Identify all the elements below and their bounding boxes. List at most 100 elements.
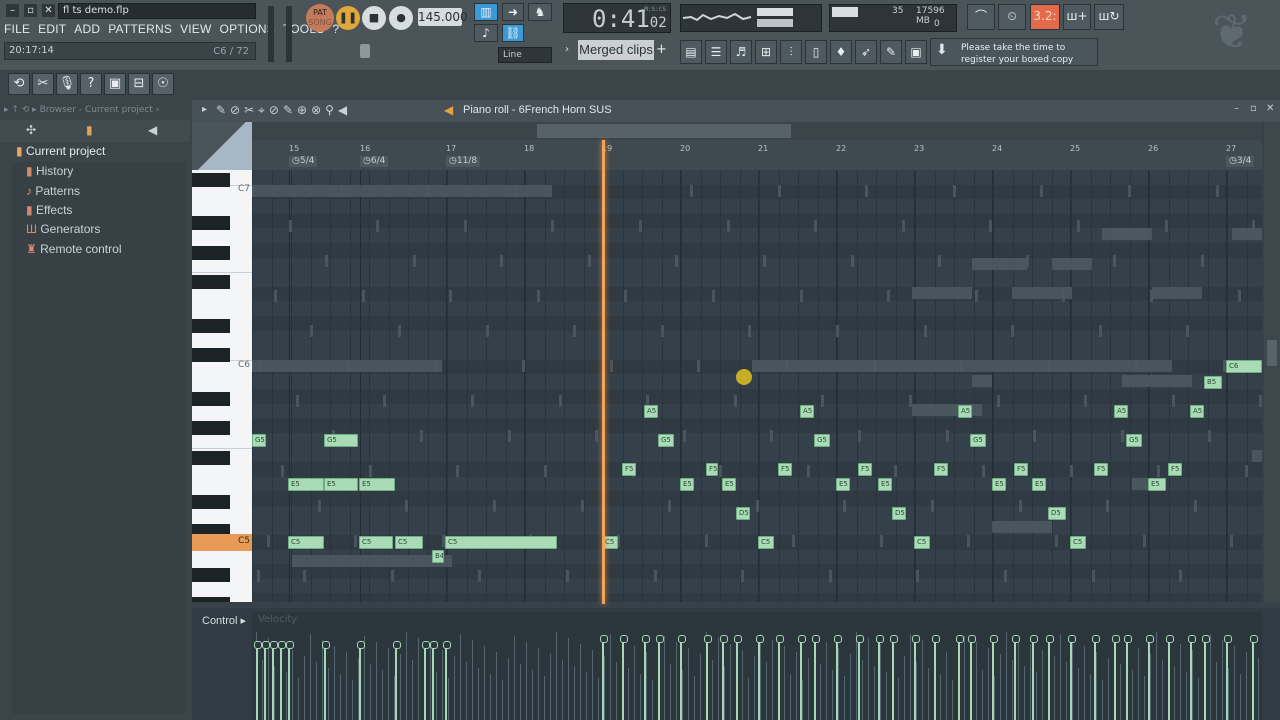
note-block[interactable]: E5 (359, 478, 395, 491)
black-key[interactable] (192, 597, 230, 602)
note-block[interactable]: E5 (1032, 478, 1046, 491)
note-block[interactable]: D5 (736, 507, 750, 520)
velocity-bar[interactable] (422, 641, 430, 720)
note-block[interactable]: E5 (288, 478, 324, 491)
velocity-bar[interactable] (1224, 635, 1232, 720)
piano-roll-maximize-icon[interactable]: ▫ (1250, 103, 1257, 114)
velocity-bar[interactable] (322, 641, 330, 720)
note-grid[interactable]: G5 G5 E5 E5 E5 C5 C5 C5 B4 C5 C5 A5 G5 F5 E5 F5 E5 D5 C5 A5… (252, 170, 1262, 602)
scroll-thumb[interactable] (537, 124, 791, 138)
timesig-marker[interactable]: ◷5/4 (289, 156, 318, 167)
velocity-bar[interactable] (812, 635, 820, 720)
note-block[interactable]: G5 (814, 434, 830, 447)
note-block[interactable]: D5 (892, 507, 906, 520)
velocity-bar[interactable] (798, 635, 806, 720)
render-icon[interactable]: ⊟ (128, 73, 150, 95)
timesig-marker[interactable]: ◷3/4 (1226, 156, 1255, 167)
refresh-midi-icon[interactable]: ш↻ (1094, 4, 1124, 30)
cut-tools-icon[interactable]: ✂ (32, 73, 54, 95)
velocity-bar[interactable] (1166, 635, 1174, 720)
velocity-bar[interactable] (262, 641, 270, 720)
velocity-bar[interactable] (1046, 635, 1054, 720)
velocity-bar[interactable] (1112, 635, 1120, 720)
note-block[interactable]: C5 (359, 536, 393, 549)
tempo-display[interactable]: 145.000 (418, 8, 468, 26)
black-key[interactable] (192, 451, 230, 465)
velocity-bar[interactable] (270, 641, 278, 720)
help-icon[interactable]: ? (80, 73, 102, 95)
note-block[interactable]: A5 (1190, 405, 1204, 418)
note-block[interactable]: D5 (1048, 507, 1066, 520)
playlist-add-button[interactable]: + (656, 42, 670, 58)
piano-roll-menu-icon[interactable]: ▸ (202, 104, 207, 115)
note-block[interactable]: A5 (958, 405, 972, 418)
note-block[interactable]: C5 (288, 536, 324, 549)
velocity-bar[interactable] (1092, 635, 1100, 720)
menu-add[interactable]: ADD (74, 22, 100, 38)
black-key[interactable] (192, 495, 230, 509)
velocity-bar[interactable] (776, 635, 784, 720)
browser-item-generators[interactable]: Ш Generators (26, 222, 100, 240)
note-block[interactable]: F5 (1094, 463, 1108, 476)
velocity-bar[interactable] (254, 641, 262, 720)
mixer-icon[interactable]: ⫶ (780, 40, 802, 64)
piano-roll-icon[interactable]: ♬ (730, 40, 752, 64)
velocity-bar[interactable] (704, 635, 712, 720)
note-block[interactable]: F5 (778, 463, 792, 476)
velocity-bar[interactable] (990, 635, 998, 720)
note-block[interactable]: E5 (992, 478, 1006, 491)
record-button[interactable]: ● (389, 6, 413, 30)
note-block[interactable]: F5 (858, 463, 872, 476)
piano-keyboard[interactable]: C7 C6 C5 (192, 170, 252, 602)
midi-icon[interactable]: ш+ (1063, 4, 1091, 30)
save-icon[interactable]: ▣ (104, 73, 126, 95)
plugin-icon[interactable]: ♦ (830, 40, 852, 64)
browser-root[interactable]: ▮ Current project (16, 144, 186, 162)
browser-tree-icon[interactable]: ⊞ (755, 40, 777, 64)
master-pitch-slider[interactable] (286, 6, 292, 62)
note-block[interactable]: G5 (324, 434, 358, 447)
velocity-bar[interactable] (357, 641, 365, 720)
play-pause-button[interactable]: ❚❚ (336, 6, 360, 30)
note-block[interactable]: C5 (758, 536, 774, 549)
speaker-icon[interactable]: ◀ (444, 103, 453, 117)
velocity-bar[interactable] (642, 635, 650, 720)
browser-item-patterns[interactable]: ♪ Patterns (26, 184, 80, 202)
velocity-bar[interactable] (890, 635, 898, 720)
zoom-corner[interactable] (192, 122, 252, 170)
note-block[interactable]: C5 (914, 536, 930, 549)
note-block[interactable]: A5 (644, 405, 658, 418)
note-block[interactable]: B4 (432, 550, 444, 563)
undo-history-icon[interactable]: ⟲ (8, 73, 30, 95)
arrow-right-icon[interactable]: ➜ (502, 3, 524, 21)
note-block[interactable]: C5 (445, 536, 557, 549)
menu-view[interactable]: VIEW (180, 22, 211, 38)
velocity-bar[interactable] (393, 641, 401, 720)
snap-select[interactable]: Line (498, 47, 552, 63)
menu-file[interactable]: FILE (4, 22, 30, 38)
black-key[interactable] (192, 216, 230, 230)
timesig-marker[interactable]: ◷11/8 (446, 156, 481, 167)
note-block[interactable]: G5 (970, 434, 986, 447)
velocity-bar[interactable] (430, 641, 438, 720)
note-block[interactable]: C5 (1070, 536, 1086, 549)
note-block[interactable]: E5 (680, 478, 694, 491)
timesig-marker[interactable]: ◷6/4 (360, 156, 389, 167)
piano-roll-view-icon[interactable]: ▥ (474, 3, 498, 21)
velocity-bar[interactable] (443, 641, 451, 720)
velocity-bar[interactable] (1124, 635, 1132, 720)
black-key[interactable] (192, 275, 230, 289)
channel-rack-icon[interactable]: ☰ (705, 40, 727, 64)
note-block[interactable]: E5 (1148, 478, 1166, 491)
velocity-bar[interactable] (600, 635, 608, 720)
note-block[interactable]: F5 (934, 463, 948, 476)
velocity-bar[interactable] (1068, 635, 1076, 720)
control-selector[interactable]: Control ▸ (202, 614, 246, 627)
mic-icon[interactable]: 🎙 (56, 73, 78, 95)
metronome-icon[interactable]: ♞ (528, 3, 552, 21)
maximize-icon[interactable]: ▫ (24, 4, 37, 17)
note-block[interactable]: B5 (1204, 376, 1222, 389)
browser-item-history[interactable]: ▮ History (26, 164, 73, 182)
scope-icon[interactable]: ⌒ (967, 4, 995, 30)
note-block[interactable]: G5 (658, 434, 674, 447)
